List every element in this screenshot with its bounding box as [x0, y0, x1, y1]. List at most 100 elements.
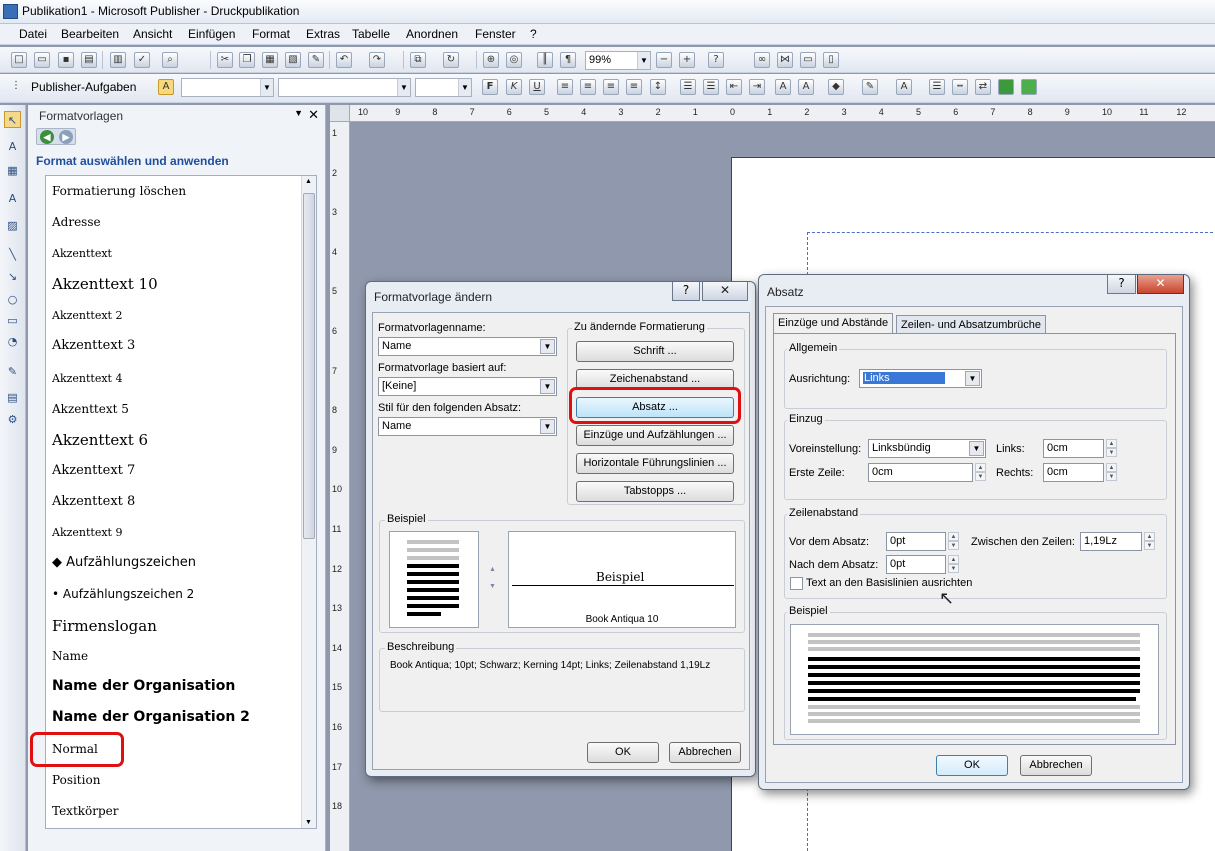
- font-color-icon[interactable]: A: [896, 79, 912, 95]
- justify-icon[interactable]: ≡: [626, 79, 642, 95]
- columns-icon[interactable]: ║: [537, 52, 553, 68]
- list-item[interactable]: Textkörper: [52, 804, 119, 818]
- zoom-out-icon[interactable]: −: [656, 52, 672, 68]
- oval-tool-icon[interactable]: ○: [4, 291, 21, 308]
- rectangle-tool-icon[interactable]: ▭: [4, 312, 21, 329]
- baseline-checkbox[interactable]: [790, 577, 803, 590]
- list-item[interactable]: Formatierung löschen: [52, 184, 186, 198]
- print-preview-icon[interactable]: ▥: [110, 52, 126, 68]
- format-painter-icon[interactable]: ✎: [308, 52, 324, 68]
- left-indent-spinner[interactable]: ▲ ▼: [1106, 439, 1117, 458]
- list-item[interactable]: Position: [52, 773, 100, 787]
- bring-forward-icon[interactable]: ⧉: [410, 52, 426, 68]
- shadow-style-icon[interactable]: [998, 79, 1014, 95]
- chevron-down-icon[interactable]: ▼: [1144, 541, 1155, 550]
- menu-datei[interactable]: Datei: [19, 27, 47, 41]
- list-item[interactable]: Akzenttext 10: [52, 275, 158, 293]
- fill-color-icon[interactable]: ◆: [828, 79, 844, 95]
- pilcrow-icon[interactable]: ¶: [560, 52, 576, 68]
- menu-format[interactable]: Format: [252, 27, 290, 41]
- font-button[interactable]: Schrift ...: [576, 341, 734, 362]
- ok-button[interactable]: OK: [587, 742, 659, 763]
- chevron-down-icon[interactable]: ▼: [489, 583, 496, 590]
- cut-icon[interactable]: ✂: [217, 52, 233, 68]
- space-before-field[interactable]: 0pt: [886, 532, 946, 551]
- select-icon[interactable]: ↖: [4, 111, 21, 128]
- line-color-icon[interactable]: ✎: [862, 79, 878, 95]
- list-item[interactable]: Akzenttext 6: [52, 431, 148, 449]
- 3d-style-icon[interactable]: [1021, 79, 1037, 95]
- menu-bearbeiten[interactable]: Bearbeiten: [61, 27, 119, 41]
- undo-icon[interactable]: ↶: [336, 52, 352, 68]
- chevron-up-icon[interactable]: ▲: [948, 532, 959, 541]
- rotate-icon[interactable]: ↻: [443, 52, 459, 68]
- align-right-icon[interactable]: ≡: [603, 79, 619, 95]
- style-name-field[interactable]: Name ▼: [378, 337, 557, 356]
- menu-anordnen[interactable]: Anordnen: [406, 27, 458, 41]
- chevron-down-icon[interactable]: ▼: [1106, 472, 1117, 481]
- scroll-thumb[interactable]: [303, 193, 315, 539]
- form-control-icon[interactable]: ⚙: [4, 411, 21, 428]
- chevron-up-icon[interactable]: ▲: [1106, 439, 1117, 448]
- spelling-icon[interactable]: ✓: [134, 52, 150, 68]
- increase-indent-icon[interactable]: ⇥: [749, 79, 765, 95]
- text-box-tool-icon[interactable]: A: [4, 138, 21, 155]
- chevron-up-icon[interactable]: ▲: [305, 178, 312, 185]
- tabs-button[interactable]: Tabstopps ...: [576, 481, 734, 502]
- arrow-tool-icon[interactable]: ↘: [4, 268, 21, 285]
- chevron-down-icon[interactable]: ▼: [294, 108, 303, 118]
- chevron-down-icon[interactable]: ▼: [305, 819, 312, 826]
- publisher-tasks-button[interactable]: Publisher-Aufgaben: [31, 80, 136, 94]
- preset-select[interactable]: Linksbündig ▼: [868, 439, 986, 458]
- insert-hyperlink-icon[interactable]: ⊕: [483, 52, 499, 68]
- align-left-icon[interactable]: ≡: [557, 79, 573, 95]
- menu-ansicht[interactable]: Ansicht: [133, 27, 172, 41]
- close-icon[interactable]: ✕: [702, 282, 748, 301]
- indents-lists-button[interactable]: Einzüge und Aufzählungen ...: [576, 425, 734, 446]
- underline-icon[interactable]: U: [529, 79, 545, 95]
- zoom-combo[interactable]: 99% ▼: [585, 51, 651, 70]
- list-item[interactable]: Akzenttext 3: [52, 338, 135, 353]
- chevron-down-icon[interactable]: ▼: [637, 52, 650, 69]
- bold-icon[interactable]: F: [482, 79, 498, 95]
- list-item[interactable]: Akzenttext 8: [52, 494, 135, 509]
- list-item[interactable]: ◆ Aufzählungszeichen: [52, 555, 196, 570]
- align-center-icon[interactable]: ≡: [580, 79, 596, 95]
- style-combo[interactable]: ▼: [181, 78, 274, 97]
- based-on-select[interactable]: [Keine] ▼: [378, 377, 557, 396]
- first-line-field[interactable]: 0cm: [868, 463, 973, 482]
- copy-icon[interactable]: ❐: [239, 52, 255, 68]
- chevron-down-icon[interactable]: ▼: [540, 419, 555, 434]
- print-icon[interactable]: ▤: [81, 52, 97, 68]
- help-icon[interactable]: ?: [1107, 275, 1136, 294]
- chevron-down-icon[interactable]: ▼: [965, 371, 980, 386]
- list-item[interactable]: Akzenttext 7: [52, 463, 135, 478]
- between-lines-spinner[interactable]: ▲ ▼: [1144, 532, 1155, 551]
- list-item[interactable]: Name der Organisation 2: [52, 709, 250, 725]
- paste-special-icon[interactable]: ▧: [285, 52, 301, 68]
- chevron-up-icon[interactable]: ▲: [489, 566, 496, 573]
- paste-icon[interactable]: ▦: [262, 52, 278, 68]
- menu-einfuegen[interactable]: Einfügen: [188, 27, 235, 41]
- left-indent-field[interactable]: 0cm: [1043, 439, 1104, 458]
- menu-help[interactable]: ?: [530, 27, 537, 41]
- increase-font-icon[interactable]: A: [798, 79, 814, 95]
- decrease-indent-icon[interactable]: ⇤: [726, 79, 742, 95]
- close-icon[interactable]: ✕: [1137, 275, 1184, 294]
- tab-line-breaks[interactable]: Zeilen- und Absatzumbrüche: [896, 315, 1047, 333]
- picture-tool-icon[interactable]: ▨: [4, 217, 21, 234]
- text-box-icon[interactable]: ▭: [800, 52, 816, 68]
- chevron-down-icon[interactable]: ▼: [458, 79, 471, 96]
- chevron-down-icon[interactable]: ▼: [948, 564, 959, 573]
- between-lines-field[interactable]: 1,19Lz: [1080, 532, 1142, 551]
- list-item[interactable]: Akzenttext 4: [52, 372, 122, 385]
- list-item[interactable]: Akzenttext 2: [52, 309, 122, 322]
- next-style-select[interactable]: Name ▼: [378, 417, 557, 436]
- list-item[interactable]: • Aufzählungszeichen 2: [52, 587, 194, 601]
- save-icon[interactable]: ▪: [58, 52, 74, 68]
- numbering-icon[interactable]: ☰: [680, 79, 696, 95]
- line-tool-icon[interactable]: ╲: [4, 246, 21, 263]
- chevron-down-icon[interactable]: ▼: [540, 339, 555, 354]
- new-icon[interactable]: □: [11, 52, 27, 68]
- chevron-down-icon[interactable]: ▼: [540, 379, 555, 394]
